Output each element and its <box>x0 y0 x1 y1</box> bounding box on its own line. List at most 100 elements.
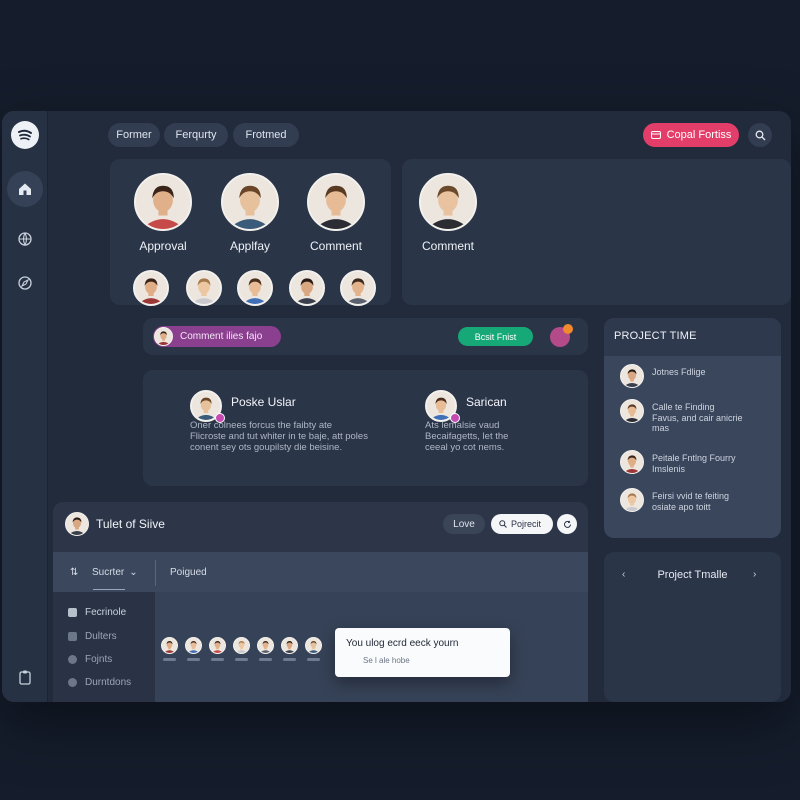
nav-rail <box>2 111 48 702</box>
nav-home-button[interactable] <box>7 171 43 207</box>
person-name: Comment <box>421 239 474 253</box>
avatar[interactable] <box>133 270 169 306</box>
mini-avatar-caption <box>187 658 200 661</box>
search-icon <box>755 130 765 140</box>
comment-tag[interactable]: Comment ilies fajo <box>153 326 281 347</box>
mini-avatar-caption <box>235 658 248 661</box>
message-line: conent sey ots goupilsty die beisine. <box>190 442 343 453</box>
message-author: Sarican <box>466 395 507 409</box>
avatar[interactable] <box>186 270 222 306</box>
search-button[interactable] <box>748 123 772 147</box>
sidebar-item-label: Fecrinole <box>85 607 127 618</box>
primary-action-label: Copal Fortiss <box>666 129 732 141</box>
mini-avatar-caption <box>307 658 320 661</box>
avatar[interactable] <box>419 173 477 231</box>
project-time-item[interactable]: Jotnes Fdlige <box>652 367 706 378</box>
sidebar-item-label: Dulters <box>85 631 117 642</box>
avatar[interactable] <box>233 637 250 654</box>
avatar[interactable] <box>307 173 365 231</box>
card-icon <box>650 131 661 139</box>
avatar[interactable] <box>237 270 273 306</box>
app-window: Former Ferqurty Frotmed Copal Fortiss Co… <box>2 111 791 702</box>
project-time-line: Feirsi vvid te feiting <box>652 491 730 501</box>
message-line: ceeal yo cot nems. <box>425 442 505 453</box>
project-time-title: PROJECT TIME <box>614 330 697 342</box>
avatar[interactable] <box>620 488 644 512</box>
tooltip-subtitle: Se l ale hobe <box>363 656 410 665</box>
project-time-line: Calle te Finding <box>652 402 715 412</box>
tooltip-title: You ulog ecrd eeck yourn <box>346 638 459 649</box>
sidebar-item-4[interactable]: Durntdons <box>68 677 131 688</box>
search-icon <box>499 520 507 528</box>
avatar[interactable] <box>289 270 325 306</box>
project-time-item[interactable]: Calle te Finding Favus, and cair anicrie m… <box>652 402 743 434</box>
point-icon <box>68 655 77 664</box>
message-line: Becaifagetts, let the <box>425 431 509 442</box>
message-author: Poske Uslar <box>231 395 296 409</box>
project-time-line: osiate apo toitt <box>652 501 711 512</box>
avatar[interactable] <box>161 637 178 654</box>
avatar[interactable] <box>281 637 298 654</box>
nav-globe-button[interactable] <box>7 221 43 257</box>
avatar[interactable] <box>221 173 279 231</box>
person-name: Approval <box>139 239 187 253</box>
project-time-line: Jotnes Fdlige <box>652 367 706 377</box>
tab-sorter-label: Sucrter <box>92 567 125 578</box>
message-text: Ats lemalsie vaud Becaifagetts, let the … <box>425 420 508 453</box>
mini-avatar-caption <box>259 658 272 661</box>
refresh-icon <box>563 520 571 528</box>
avatar <box>154 327 173 346</box>
panel-title: Tulet of Siive <box>96 517 165 531</box>
compass-icon <box>18 276 32 290</box>
filter-pill-3[interactable]: Frotmed <box>233 123 299 147</box>
home-icon <box>19 183 31 195</box>
sidebar-item-label: Fojnts <box>85 654 113 665</box>
avatar[interactable] <box>620 450 644 474</box>
avatar[interactable] <box>340 270 376 306</box>
globe-icon <box>18 232 32 247</box>
logo-icon <box>18 129 32 141</box>
chevron-down-icon: ⌄ <box>129 567 138 578</box>
project-time-item[interactable]: Feirsi vvid te feiting osiate apo toitt <box>652 491 729 512</box>
love-button[interactable]: Love <box>443 514 485 534</box>
nav-compass-button[interactable] <box>7 265 43 301</box>
nav-clipboard-button[interactable] <box>7 659 43 695</box>
avatar[interactable] <box>134 173 192 231</box>
refresh-button[interactable] <box>557 514 577 534</box>
project-time-line: Imslenis <box>652 463 686 474</box>
project-time-item[interactable]: Peitale Fntlng Fourry Imslenis <box>652 453 736 474</box>
green-action-button[interactable]: Bcsit Fnist <box>458 327 533 346</box>
sidebar-item-1[interactable]: Fecrinole <box>68 607 126 618</box>
sort-icon[interactable]: ⇅ <box>70 567 78 578</box>
filter-pill-2[interactable]: Ferqurty <box>164 123 228 147</box>
avatar[interactable] <box>185 637 202 654</box>
avatar[interactable] <box>305 637 322 654</box>
search-input[interactable]: Pojrecit <box>491 514 553 534</box>
message-line: Flicroste and tut whiter in te baje, att… <box>190 431 368 442</box>
avatar[interactable] <box>65 512 89 536</box>
tab-sorter[interactable]: Sucrter ⌄ <box>92 567 138 578</box>
avatar[interactable] <box>257 637 274 654</box>
avatar[interactable] <box>209 637 226 654</box>
sidebar-item-2[interactable]: Dulters <box>68 631 117 642</box>
app-logo[interactable] <box>11 121 39 149</box>
folder-icon <box>68 608 77 617</box>
mini-avatar-caption <box>283 658 296 661</box>
mini-avatar-caption <box>163 658 176 661</box>
filter-pill-1[interactable]: Former <box>108 123 160 147</box>
primary-action-button[interactable]: Copal Fortiss <box>643 123 739 147</box>
sidebar-item-label: Durntdons <box>85 677 132 688</box>
avatar[interactable] <box>620 399 644 423</box>
comment-tag-label: Comment ilies fajo <box>180 331 263 342</box>
search-input-value: Pojrecit <box>511 519 542 529</box>
message-line: Oner colnees forcus the faibty ate <box>190 420 333 431</box>
avatar[interactable] <box>620 364 644 388</box>
chevron-right-icon[interactable]: › <box>753 569 756 580</box>
notification-dot <box>563 324 573 334</box>
tab-divider <box>155 560 156 586</box>
message-text: Oner colnees forcus the faibty ate Flicr… <box>190 420 368 453</box>
tab-poigued[interactable]: Poigued <box>170 567 207 578</box>
message-line: Ats lemalsie vaud <box>425 420 500 431</box>
sidebar-item-3[interactable]: Fojnts <box>68 654 112 665</box>
project-time-line: mas <box>652 423 670 433</box>
